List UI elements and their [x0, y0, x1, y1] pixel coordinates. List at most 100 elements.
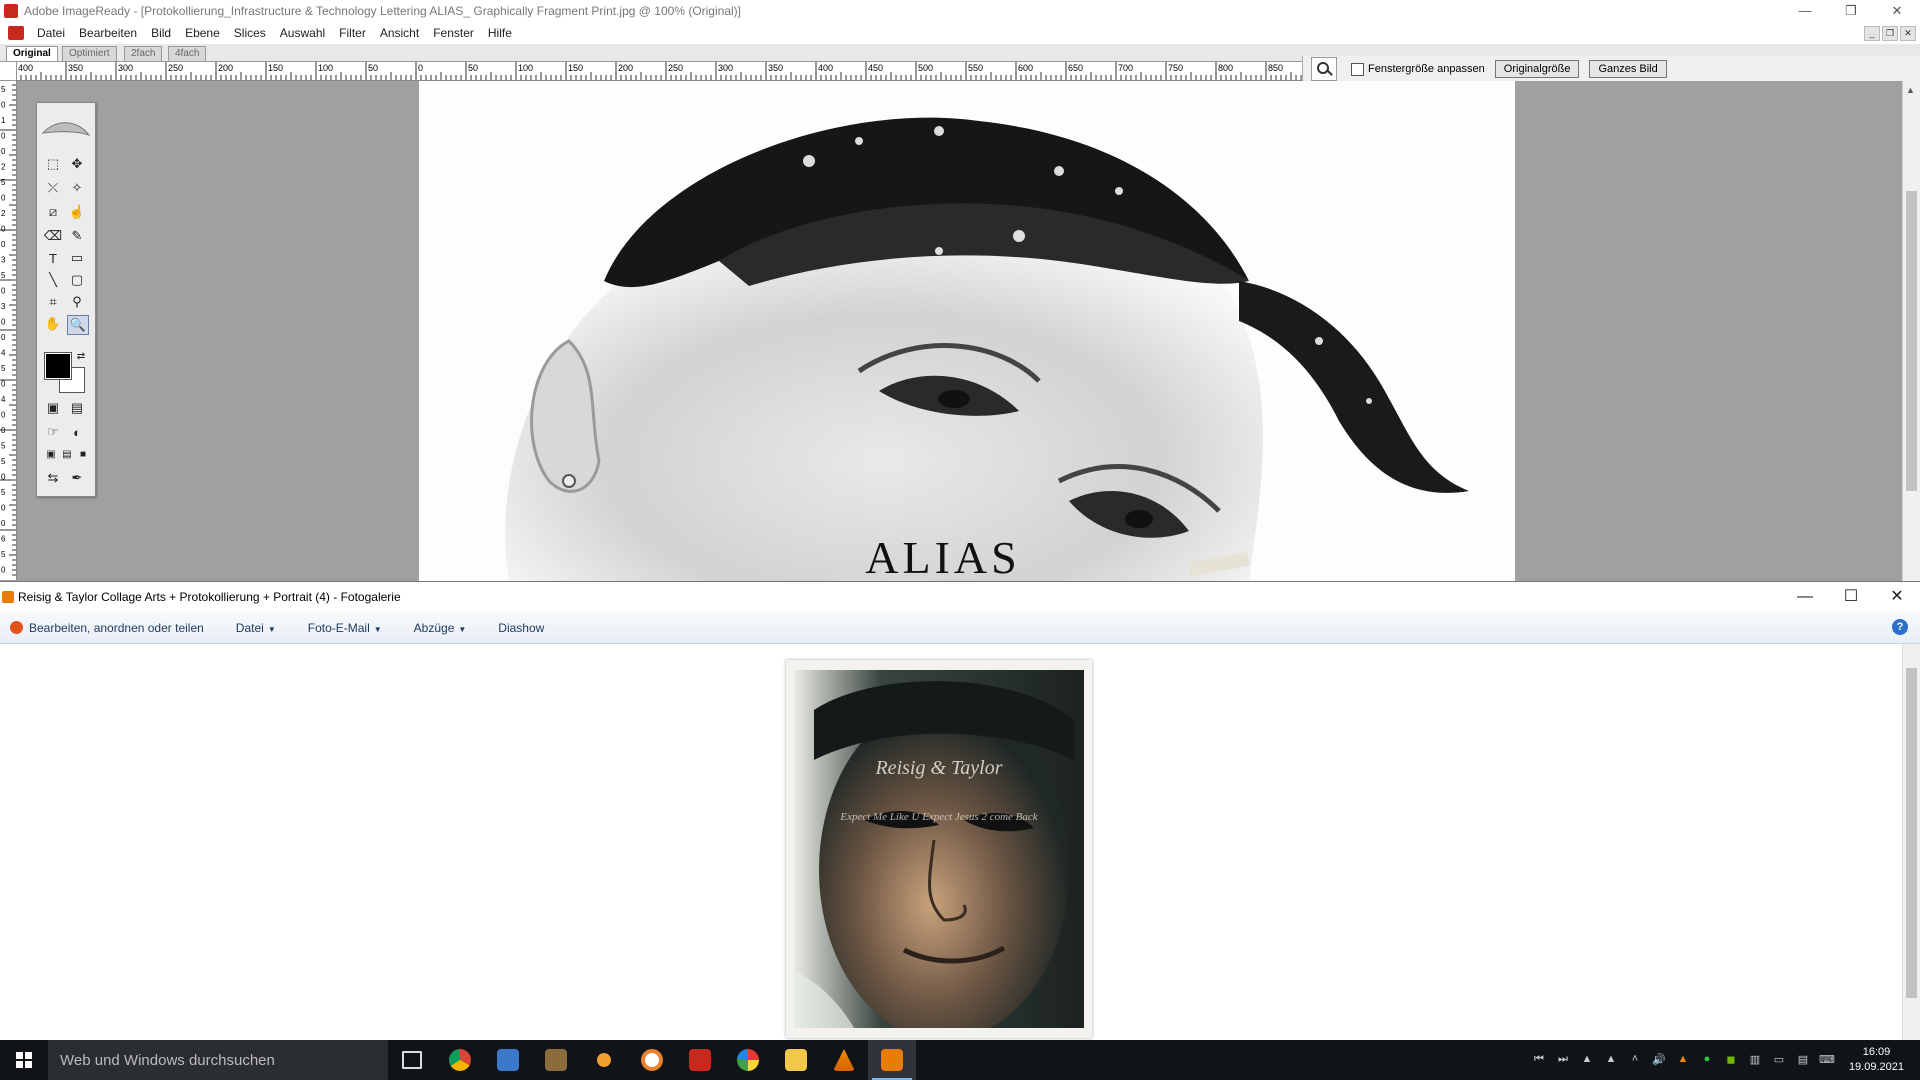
- crop-tool-icon[interactable]: ⌗: [43, 293, 63, 311]
- photo-print-frame[interactable]: Reisig & Taylor Expect Me Like U Expect …: [786, 660, 1092, 1038]
- line-tool-icon[interactable]: ╲: [43, 271, 63, 289]
- taskbar-app-4[interactable]: [580, 1040, 628, 1080]
- swap-colors-icon[interactable]: ⇄: [71, 347, 91, 365]
- edit-arrange-share-button[interactable]: Bearbeiten, anordnen oder teilen: [29, 621, 220, 635]
- nvidia-icon[interactable]: ◼: [1722, 1053, 1740, 1067]
- file-menu-button[interactable]: Datei ▼: [236, 621, 292, 635]
- document-menu-icon[interactable]: [8, 26, 24, 40]
- menu-bild[interactable]: Bild: [144, 22, 178, 44]
- doc-restore-icon[interactable]: ❐: [1882, 26, 1898, 41]
- slice-select-icon[interactable]: ☝: [67, 203, 87, 221]
- help-icon[interactable]: ?: [1892, 619, 1908, 635]
- menu-hilfe[interactable]: Hilfe: [481, 22, 519, 44]
- brush-tool-icon[interactable]: ✎: [67, 227, 87, 245]
- eraser-tool-icon[interactable]: ⌫: [43, 227, 63, 245]
- canvas-vertical-scrollbar[interactable]: ▲: [1902, 81, 1920, 581]
- jump-to-photoshop-icon[interactable]: ⇆: [43, 469, 63, 487]
- display-icon[interactable]: ▭: [1770, 1053, 1788, 1067]
- prints-button[interactable]: Abzüge ▼: [414, 621, 483, 635]
- minimize-icon[interactable]: —: [1782, 582, 1828, 612]
- menu-slices[interactable]: Slices: [227, 22, 273, 44]
- notification-icon[interactable]: ▤: [1794, 1053, 1812, 1067]
- menu-datei[interactable]: Datei: [30, 22, 72, 44]
- tab-optimiert[interactable]: Optimiert: [62, 46, 117, 61]
- slice-tool-icon[interactable]: ⧄: [43, 203, 63, 221]
- actual-size-button[interactable]: Originalgröße: [1494, 60, 1580, 78]
- move-tool-icon[interactable]: ✥: [67, 155, 87, 173]
- gallery-vertical-scrollbar[interactable]: [1902, 644, 1920, 1041]
- taskbar-app-3[interactable]: [532, 1040, 580, 1080]
- taskbar-imageready[interactable]: [676, 1040, 724, 1080]
- fit-image-button[interactable]: Ganzes Bild: [1589, 60, 1667, 78]
- menu-fenster[interactable]: Fenster: [426, 22, 481, 44]
- toggle-visibility-icon[interactable]: ▤: [67, 399, 87, 417]
- doc-minimize-icon[interactable]: _: [1864, 26, 1880, 41]
- canvas-area[interactable]: ALIAS: [17, 81, 1903, 581]
- photoshop-feather-icon[interactable]: ✒: [67, 469, 87, 487]
- prints-label: Abzüge: [413, 620, 455, 635]
- task-view-button[interactable]: [388, 1040, 436, 1080]
- rollover-preview-icon[interactable]: ☞: [43, 423, 63, 441]
- photo-email-button[interactable]: Foto-E-Mail ▼: [308, 621, 398, 635]
- vlc-tray-icon[interactable]: ▲: [1674, 1053, 1692, 1067]
- close-icon[interactable]: ✕: [1874, 582, 1920, 612]
- menu-ansicht[interactable]: Ansicht: [373, 22, 426, 44]
- start-button[interactable]: [0, 1040, 48, 1080]
- keyboard-icon[interactable]: ⌨: [1818, 1053, 1836, 1067]
- lasso-tool-icon[interactable]: ⤫: [43, 179, 63, 197]
- maximize-icon[interactable]: ☐: [1828, 582, 1874, 612]
- marquee-tool-icon[interactable]: ⬚: [43, 155, 63, 173]
- gallery-scroll-thumb[interactable]: [1906, 668, 1917, 998]
- close-icon[interactable]: ✕: [1874, 0, 1920, 22]
- taskbar-clock[interactable]: 16:09 19.09.2021: [1849, 1045, 1904, 1075]
- taskbar-app-2[interactable]: [484, 1040, 532, 1080]
- volume-icon[interactable]: 🔊: [1650, 1053, 1668, 1067]
- media-prev-icon[interactable]: ⏮: [1530, 1053, 1548, 1067]
- slideshow-button[interactable]: Diashow: [498, 621, 560, 635]
- zoom-tool-icon[interactable]: 🔍: [67, 315, 89, 335]
- hand-tool-icon[interactable]: ✋: [43, 315, 63, 333]
- show-hidden-icons[interactable]: ˄: [1626, 1053, 1644, 1067]
- portrait-photo[interactable]: Reisig & Taylor Expect Me Like U Expect …: [794, 670, 1084, 1028]
- doc-close-icon[interactable]: ✕: [1900, 26, 1916, 41]
- media-next-icon[interactable]: ⏭: [1554, 1053, 1572, 1067]
- checkbox-box[interactable]: [1351, 62, 1364, 76]
- tab-2fach[interactable]: 2fach: [124, 46, 163, 61]
- menu-filter[interactable]: Filter: [332, 22, 373, 44]
- rectangle-tool-icon[interactable]: ▭: [67, 249, 87, 267]
- taskbar-explorer[interactable]: [772, 1040, 820, 1080]
- taskbar-photo-gallery[interactable]: [868, 1040, 916, 1080]
- menu-auswahl[interactable]: Auswahl: [273, 22, 332, 44]
- taskbar-picasa[interactable]: [724, 1040, 772, 1080]
- menu-ebene[interactable]: Ebene: [178, 22, 227, 44]
- ruler-label: 2: [1, 209, 6, 218]
- foreground-color-swatch[interactable]: [44, 352, 72, 380]
- zoom-tool-icon[interactable]: [1311, 57, 1337, 81]
- menu-bearbeiten[interactable]: Bearbeiten: [72, 22, 144, 44]
- taskbar-chrome[interactable]: [436, 1040, 484, 1080]
- type-tool-icon[interactable]: T: [43, 249, 63, 267]
- tab-original[interactable]: Original: [6, 46, 58, 61]
- scroll-up-icon[interactable]: ▲: [1906, 85, 1915, 95]
- minimize-icon[interactable]: —: [1782, 0, 1828, 22]
- eyedropper-tool-icon[interactable]: ⚲: [67, 293, 87, 311]
- document-image[interactable]: ALIAS: [419, 81, 1515, 581]
- tab-4fach[interactable]: 4fach: [168, 46, 207, 61]
- image-map-tool-icon[interactable]: ▣: [43, 399, 63, 417]
- screen-mode-full-icon[interactable]: ■: [73, 445, 93, 463]
- photo-gallery-app-icon: [2, 591, 14, 603]
- restore-icon[interactable]: ❐: [1828, 0, 1874, 22]
- network-icon[interactable]: ▥: [1746, 1053, 1764, 1067]
- canvas-scroll-thumb[interactable]: [1906, 191, 1917, 491]
- ruler-label: 0: [1, 473, 6, 482]
- preview-browser-icon[interactable]: ◐: [67, 423, 87, 441]
- magic-wand-icon[interactable]: ✧: [67, 179, 87, 197]
- taskbar-search-box[interactable]: Web und Windows durchsuchen: [48, 1040, 388, 1080]
- tray-app-icon[interactable]: ▲: [1578, 1053, 1596, 1067]
- security-icon[interactable]: ●: [1698, 1053, 1716, 1067]
- shape-tool-icon[interactable]: ▢: [67, 271, 87, 289]
- taskbar-vlc[interactable]: [820, 1040, 868, 1080]
- tray-app-icon-2[interactable]: ▲: [1602, 1053, 1620, 1067]
- fit-window-checkbox[interactable]: Fenstergröße anpassen: [1351, 62, 1485, 76]
- taskbar-app-5[interactable]: [628, 1040, 676, 1080]
